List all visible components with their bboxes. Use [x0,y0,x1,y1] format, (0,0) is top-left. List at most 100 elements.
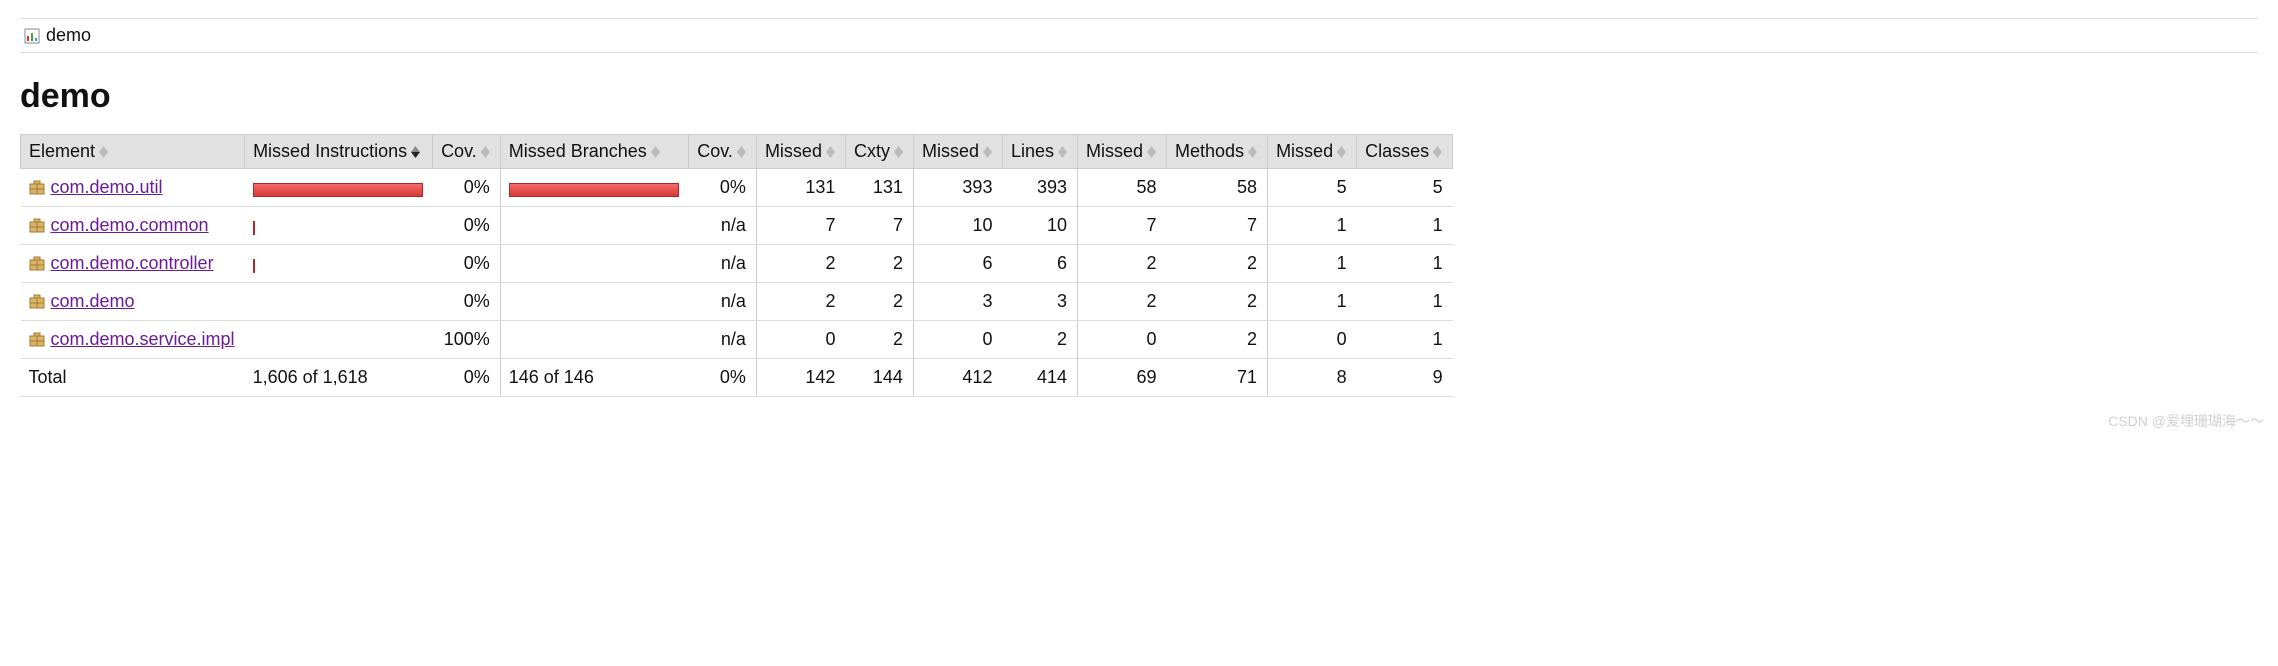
cell-cxty: 2 [845,283,913,321]
column-label: Missed Instructions [253,141,407,161]
cell-methods: 7 [1167,207,1268,245]
total-instr-text: 1,606 of 1,618 [245,359,433,397]
table-row: com.demo.util0%0%131131393393585855 [21,169,1453,207]
cell-missed_classes: 0 [1268,321,1357,359]
branches-bar [500,245,689,283]
branches-cov: n/a [689,283,757,321]
instructions-bar [245,283,433,321]
total-missed-lines: 412 [913,359,1002,397]
total-label: Total [21,359,245,397]
cell-classes: 1 [1357,321,1453,359]
package-link[interactable]: com.demo.common [51,215,209,236]
package-icon [29,332,45,348]
coverage-table: Element Missed Instructions Cov. Missed … [20,134,1453,397]
column-label: Missed Branches [509,141,647,161]
column-label: Classes [1365,141,1429,161]
total-methods: 71 [1167,359,1268,397]
instructions-bar [245,245,433,283]
cell-missed_lines: 10 [913,207,1002,245]
cell-missed_cxty: 0 [756,321,845,359]
column-header[interactable]: Cov. [689,135,757,169]
instructions-bar [245,169,433,207]
column-header[interactable]: Missed [913,135,1002,169]
column-label: Missed [1086,141,1143,161]
cell-lines: 3 [1002,283,1077,321]
column-header[interactable]: Element [21,135,245,169]
cell-cxty: 7 [845,207,913,245]
cell-cxty: 2 [845,321,913,359]
column-header[interactable]: Missed Branches [500,135,689,169]
column-header[interactable]: Cxty [845,135,913,169]
instructions-bar [245,321,433,359]
table-row: com.demo0%n/a22332211 [21,283,1453,321]
column-header[interactable]: Missed Instructions [245,135,433,169]
cell-methods: 2 [1167,245,1268,283]
package-icon [29,256,45,272]
branches-bar [500,321,689,359]
cell-lines: 2 [1002,321,1077,359]
branches-cov: n/a [689,207,757,245]
cell-missed_methods: 58 [1078,169,1167,207]
package-icon [29,218,45,234]
total-missed-classes: 8 [1268,359,1357,397]
cell-cxty: 131 [845,169,913,207]
total-row: Total 1,606 of 1,618 0% 146 of 146 0% 14… [21,359,1453,397]
package-icon [29,180,45,196]
report-icon [24,28,40,44]
instructions-cov: 0% [433,169,501,207]
cell-methods: 58 [1167,169,1268,207]
package-link[interactable]: com.demo.util [51,177,163,198]
instructions-bar [245,207,433,245]
cell-missed_methods: 2 [1078,245,1167,283]
instructions-cov: 0% [433,207,501,245]
column-label: Cov. [697,141,733,161]
cell-classes: 1 [1357,207,1453,245]
table-row: com.demo.controller0%n/a22662211 [21,245,1453,283]
cell-missed_classes: 1 [1268,283,1357,321]
cell-classes: 5 [1357,169,1453,207]
cell-missed_methods: 7 [1078,207,1167,245]
column-header[interactable]: Methods [1167,135,1268,169]
table-row: com.demo.common0%n/a7710107711 [21,207,1453,245]
cell-missed_classes: 5 [1268,169,1357,207]
cell-missed_cxty: 7 [756,207,845,245]
total-lines: 414 [1002,359,1077,397]
column-header[interactable]: Missed [756,135,845,169]
total-branch-text: 146 of 146 [500,359,689,397]
branches-bar [500,207,689,245]
package-link[interactable]: com.demo.service.impl [51,329,235,350]
cell-cxty: 2 [845,245,913,283]
column-header[interactable]: Cov. [433,135,501,169]
cell-missed_cxty: 2 [756,245,845,283]
column-label: Missed [765,141,822,161]
instructions-cov: 0% [433,283,501,321]
column-label: Missed [922,141,979,161]
total-cxty: 144 [845,359,913,397]
cell-missed_methods: 0 [1078,321,1167,359]
package-link[interactable]: com.demo.controller [51,253,214,274]
column-label: Missed [1276,141,1333,161]
column-header[interactable]: Missed [1078,135,1167,169]
column-header[interactable]: Missed [1268,135,1357,169]
cell-classes: 1 [1357,283,1453,321]
cell-missed_cxty: 131 [756,169,845,207]
cell-classes: 1 [1357,245,1453,283]
total-instr-cov: 0% [433,359,501,397]
cell-lines: 6 [1002,245,1077,283]
watermark: CSDN @爱埋珊瑚海～～ [2108,411,2264,431]
column-header[interactable]: Lines [1002,135,1077,169]
total-branch-cov: 0% [689,359,757,397]
breadcrumb: demo [20,18,2258,53]
cell-missed_lines: 6 [913,245,1002,283]
cell-missed_methods: 2 [1078,283,1167,321]
cell-missed_lines: 3 [913,283,1002,321]
column-header[interactable]: Classes [1357,135,1453,169]
instructions-cov: 100% [433,321,501,359]
column-label: Element [29,141,95,161]
cell-missed_classes: 1 [1268,207,1357,245]
breadcrumb-label: demo [46,25,91,46]
column-label: Cxty [854,141,890,161]
column-label: Methods [1175,141,1244,161]
cell-lines: 10 [1002,207,1077,245]
package-link[interactable]: com.demo [51,291,135,312]
